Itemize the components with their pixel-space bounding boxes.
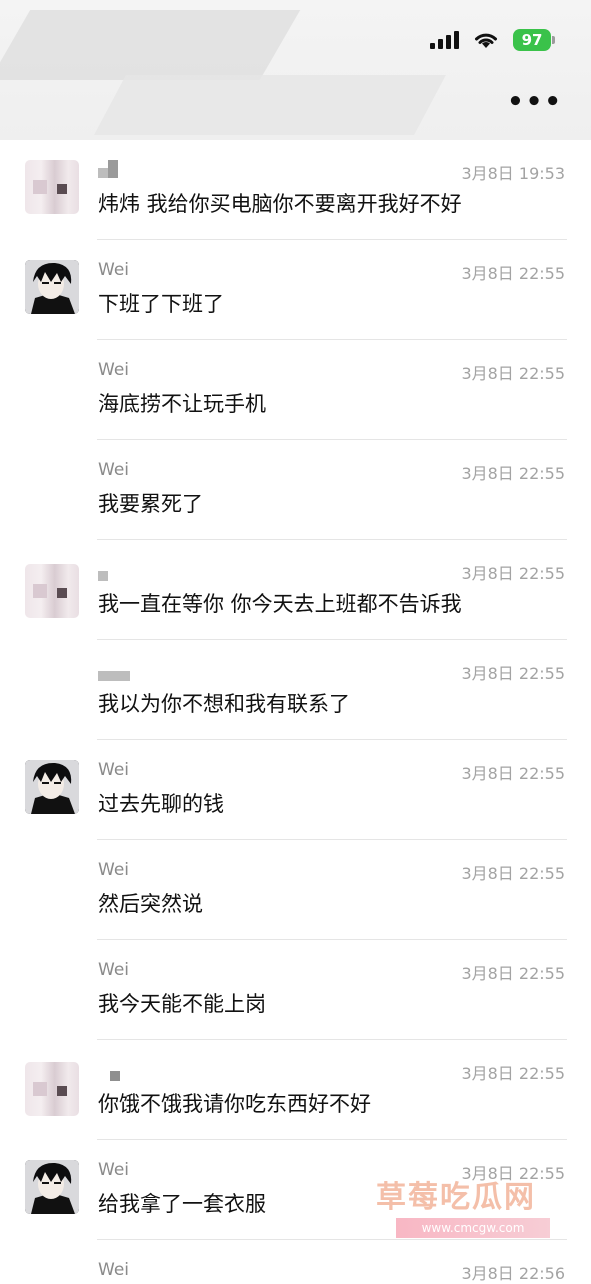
battery-level: 97: [521, 31, 543, 49]
anime-avatar-icon: [25, 1160, 79, 1214]
sender-name: Wei: [98, 1260, 129, 1280]
sender-name: Wei: [98, 360, 129, 380]
blurred-title-area: [0, 10, 301, 80]
list-item[interactable]: Wei 3月8日 22:55 下班了下班了: [0, 240, 591, 340]
message-time: 3月8日 22:55: [461, 564, 565, 583]
list-item[interactable]: 3月8日 22:55 我以为你不想和我有联系了: [0, 640, 591, 740]
status-bar: 97: [430, 26, 555, 54]
cellular-signal-icon: [430, 31, 459, 49]
message-time: 3月8日 19:53: [461, 164, 565, 183]
sender-name: Wei: [98, 860, 129, 880]
sender-name: Wei: [98, 760, 129, 780]
list-item[interactable]: Wei 3月8日 22:55 我今天能不能上岗: [0, 940, 591, 1040]
sender-name: Wei: [98, 460, 129, 480]
message-text: 我一直在等你 你今天去上班都不告诉我: [98, 592, 462, 616]
message-text: 过去先聊的钱: [98, 792, 224, 816]
sender-name-blurred: [98, 666, 130, 686]
list-item[interactable]: 3月8日 22:55 我一直在等你 你今天去上班都不告诉我: [0, 540, 591, 640]
sender-name: Wei: [98, 260, 129, 280]
message-time: 3月8日 22:55: [461, 764, 565, 783]
list-item[interactable]: Wei 3月8日 22:55 然后突然说: [0, 840, 591, 940]
avatar[interactable]: [25, 260, 79, 314]
avatar[interactable]: [25, 160, 79, 214]
battery-icon: 97: [513, 29, 555, 51]
sender-name-blurred: [98, 1066, 120, 1086]
message-time: 3月8日 22:55: [461, 664, 565, 683]
list-item[interactable]: Wei 3月8日 22:55 海底捞不让玩手机: [0, 340, 591, 440]
message-text: 然后突然说: [98, 892, 203, 916]
message-text: 你饿不饿我请你吃东西好不好: [98, 1092, 371, 1116]
message-text: 下班了下班了: [98, 292, 224, 316]
more-icon[interactable]: •••: [507, 89, 563, 115]
anime-avatar-icon: [25, 260, 79, 314]
message-text: 海底捞不让玩手机: [98, 392, 266, 416]
list-item[interactable]: Wei 3月8日 22:56: [0, 1240, 591, 1283]
sender-name: Wei: [98, 960, 129, 980]
avatar[interactable]: [25, 564, 79, 618]
sender-name-blurred: [98, 160, 118, 183]
message-text: 炜炜 我给你买电脑你不要离开我好不好: [98, 192, 462, 216]
sender-name: Wei: [98, 1160, 129, 1180]
message-time: 3月8日 22:55: [461, 864, 565, 883]
message-time: 3月8日 22:55: [461, 464, 565, 483]
chat-header: 97 •••: [0, 0, 591, 140]
anime-avatar-icon: [25, 760, 79, 814]
list-item[interactable]: Wei 3月8日 22:55 我要累死了: [0, 440, 591, 540]
avatar[interactable]: [25, 760, 79, 814]
message-time: 3月8日 22:55: [461, 1064, 565, 1083]
message-time: 3月8日 22:55: [461, 264, 565, 283]
watermark-text: 草莓吃瓜网: [376, 1180, 536, 1215]
avatar[interactable]: [25, 1062, 79, 1116]
message-time: 3月8日 22:55: [461, 964, 565, 983]
message-text: 给我拿了一套衣服: [98, 1192, 266, 1216]
wifi-icon: [475, 33, 497, 48]
message-time: 3月8日 22:56: [461, 1264, 565, 1283]
watermark-url: www.cmcgw.com: [396, 1218, 550, 1238]
message-time: 3月8日 22:55: [461, 364, 565, 383]
list-item[interactable]: 3月8日 19:53 炜炜 我给你买电脑你不要离开我好不好: [0, 140, 591, 240]
list-item[interactable]: 3月8日 22:55 你饿不饿我请你吃东西好不好: [0, 1040, 591, 1140]
message-text: 我要累死了: [98, 492, 203, 516]
sender-name-blurred: [98, 566, 108, 586]
message-text: 我今天能不能上岗: [98, 992, 266, 1016]
blurred-title-area: [94, 75, 446, 135]
list-item[interactable]: Wei 3月8日 22:55 过去先聊的钱: [0, 740, 591, 840]
message-text: 我以为你不想和我有联系了: [98, 692, 350, 716]
avatar[interactable]: [25, 1160, 79, 1214]
